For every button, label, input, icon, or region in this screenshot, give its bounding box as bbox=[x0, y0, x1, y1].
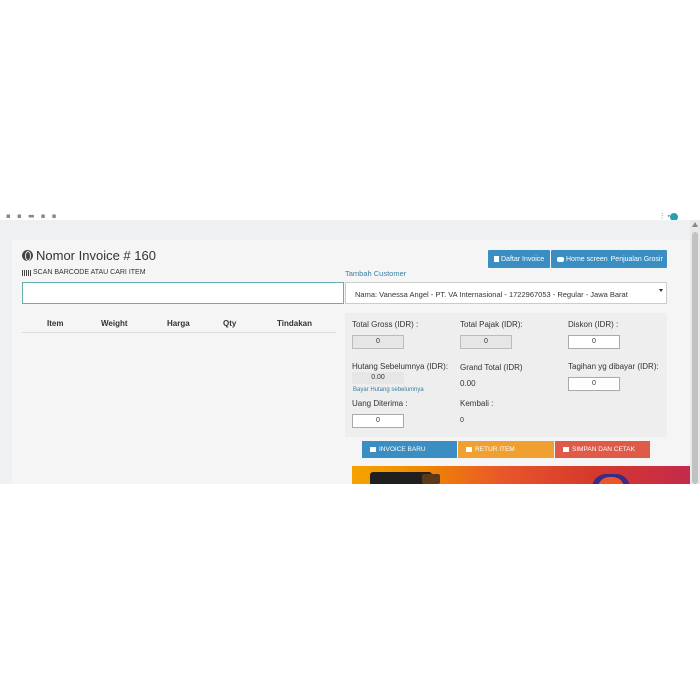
diskon-input[interactable]: 0 bbox=[568, 335, 620, 349]
kembali-value: 0 bbox=[460, 417, 464, 424]
retur-item-button[interactable]: RETUR ITEM bbox=[458, 441, 554, 458]
grand-total-value: 0.00 bbox=[460, 379, 476, 388]
scan-label: SCAN BARCODE ATAU CARI ITEM bbox=[22, 269, 146, 276]
browser-toolbar-strip: ▪ ▪ ▬ ▪ ▪ ⋮ ▪ bbox=[0, 212, 700, 221]
column-header-qty[interactable]: Qty bbox=[223, 319, 236, 328]
customer-selected-value: Nama: Vanessa Angel - PT. VA Internasion… bbox=[355, 290, 628, 299]
invoice-number-title: Nomor Invoice # 160 bbox=[36, 248, 156, 263]
simpan-cetak-label: SIMPAN DAN CETAK bbox=[572, 446, 635, 453]
hutang-sebelumnya-field: 0.00 bbox=[352, 372, 404, 384]
column-header-tindakan[interactable]: Tindakan bbox=[277, 319, 312, 328]
invoice-baru-button[interactable]: INVOICE BARU bbox=[362, 441, 457, 458]
home-screen-label: Home screen bbox=[566, 255, 608, 263]
customer-select[interactable]: Nama: Vanessa Angel - PT. VA Internasion… bbox=[345, 282, 667, 304]
scroll-up-icon[interactable] bbox=[692, 222, 698, 227]
daftar-invoice-button[interactable]: Daftar Invoice bbox=[488, 250, 550, 268]
tagihan-input[interactable]: 0 bbox=[568, 377, 620, 391]
scrollbar-thumb[interactable] bbox=[692, 232, 698, 484]
scan-barcode-input[interactable] bbox=[22, 282, 344, 304]
table-header-divider bbox=[22, 332, 336, 333]
invoice-baru-label: INVOICE BARU bbox=[379, 446, 426, 453]
column-header-item[interactable]: Item bbox=[47, 319, 63, 328]
vertical-scrollbar[interactable] bbox=[690, 220, 700, 484]
hutang-sebelumnya-label: Hutang Sebelumnya (IDR): bbox=[352, 362, 449, 371]
column-header-harga[interactable]: Harga bbox=[167, 319, 190, 328]
grand-total-label: Grand Total (IDR) bbox=[460, 363, 523, 372]
simpan-cetak-button[interactable]: SIMPAN DAN CETAK bbox=[555, 441, 650, 458]
save-icon bbox=[563, 447, 569, 452]
total-gross-label: Total Gross (IDR) : bbox=[352, 320, 419, 329]
arrow-left-icon bbox=[466, 447, 472, 452]
promo-banner[interactable] bbox=[352, 466, 690, 484]
send-icon bbox=[370, 447, 376, 452]
document-icon bbox=[494, 256, 499, 262]
browser-menu-icon[interactable]: ⋮ ▪ bbox=[659, 212, 670, 220]
diskon-label: Diskon (IDR) : bbox=[568, 320, 619, 329]
chevron-down-icon bbox=[659, 289, 663, 292]
tagihan-label: Tagihan yg dibayar (IDR): bbox=[568, 362, 659, 371]
daftar-invoice-label: Daftar Invoice bbox=[501, 255, 545, 263]
total-gross-field: 0 bbox=[352, 335, 404, 349]
home-screen-button[interactable]: Home screen Penjualan Grosir bbox=[551, 250, 667, 268]
car-icon bbox=[557, 256, 564, 262]
page-title: Nomor Invoice # 160 bbox=[22, 248, 156, 263]
column-header-weight[interactable]: Weight bbox=[101, 319, 128, 328]
browser-toolbar-icons: ▪ ▪ ▬ ▪ ▪ bbox=[6, 212, 59, 220]
total-pajak-label: Total Pajak (IDR): bbox=[460, 320, 523, 329]
penjualan-grosir-label: Penjualan Grosir bbox=[610, 255, 663, 263]
globe-icon bbox=[22, 250, 33, 261]
kembali-label: Kembali : bbox=[460, 399, 494, 408]
bayar-hutang-link[interactable]: Bayar Hutang sebelumnya bbox=[353, 387, 424, 393]
uang-diterima-label: Uang Diterima : bbox=[352, 399, 408, 408]
total-pajak-field: 0 bbox=[460, 335, 512, 349]
uang-diterima-input[interactable]: 0 bbox=[352, 414, 404, 428]
barcode-icon bbox=[22, 269, 31, 276]
tambah-customer-link[interactable]: Tambah Customer bbox=[345, 269, 406, 278]
retur-item-label: RETUR ITEM bbox=[475, 446, 515, 453]
scan-label-text: SCAN BARCODE ATAU CARI ITEM bbox=[33, 269, 146, 276]
banner-graphic bbox=[592, 474, 630, 484]
device-image bbox=[422, 474, 440, 484]
